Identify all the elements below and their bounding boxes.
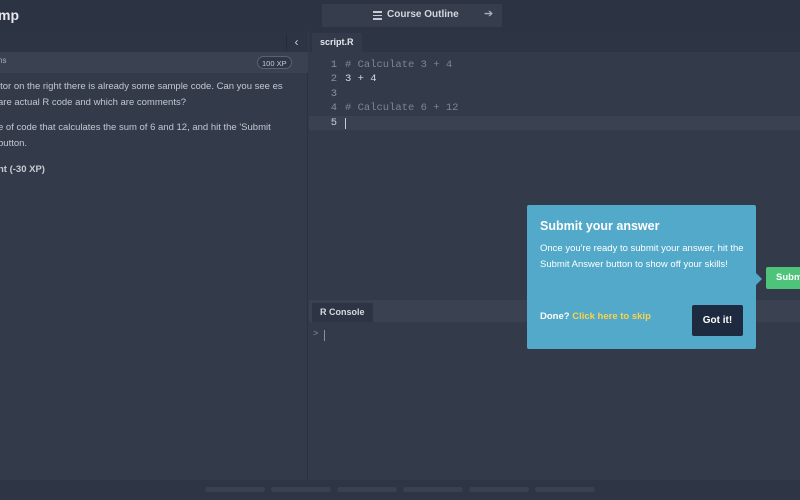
code-line[interactable]: 2 3 + 4 [309,72,800,86]
code-area[interactable]: 1 # Calculate 3 + 4 2 3 + 4 3 4 # Calcul… [309,58,800,130]
popover-body: Once you're ready to submit your answer,… [540,243,744,270]
instruction-paragraph: itor on the right there is already some … [0,81,283,108]
text-cursor [345,117,346,129]
top-bar: mp Course Outline ➔ [0,0,800,31]
chevron-left-icon[interactable]: ‹ [286,34,306,50]
submit-answer-button[interactable]: Subm [766,267,800,289]
instructions-header: ‹ [0,31,308,52]
instruction-paragraph: e of code that calculates the sum of 6 a… [0,122,271,149]
code-line[interactable]: 3 [309,87,800,101]
progress-segment [469,487,529,492]
progress-segment [337,487,397,492]
popover-title: Submit your answer [540,219,660,233]
take-hint-link[interactable]: nt (-30 XP) [0,164,45,175]
console-cursor[interactable] [324,330,325,341]
got-it-button[interactable]: Got it! [692,305,743,336]
progress-segment [271,487,331,492]
tab-r-console[interactable]: R Console [312,303,373,322]
progress-segment [403,487,463,492]
submit-answer-popover: Submit your answer Once you're ready to … [527,205,762,349]
hamburger-icon [373,11,382,20]
line-number: 1 [330,59,337,71]
course-outline-button[interactable]: Course Outline ➔ [322,4,502,27]
popover-arrow [756,273,762,285]
xp-badge: 100 XP [257,56,292,69]
line-number: 2 [330,73,337,86]
instructions-subheader: ns 100 XP [0,52,308,73]
bottom-bar [0,480,800,500]
line-number: 4 [330,102,337,115]
tab-script-r[interactable]: script.R [312,33,362,52]
brand-logo-text[interactable]: mp [0,7,19,23]
done-label: Done? [540,311,573,322]
editor-tab-bar: script.R [309,31,800,52]
arrow-right-icon[interactable]: ➔ [484,7,493,20]
code-line-active[interactable]: 5 [309,115,800,130]
code-line[interactable]: 1 # Calculate 3 + 4 [309,58,800,72]
code-line-text: # Calculate 6 + 12 [345,102,459,115]
progress-segment [535,487,595,492]
course-outline-label: Course Outline [387,9,459,20]
line-number: 5 [330,116,337,129]
instructions-pane: ‹ ns 100 XP itor on the right there is a… [0,31,308,500]
code-line-text: 3 + 4 [345,73,377,86]
progress-segment [205,487,265,492]
code-line-text: # Calculate 3 + 4 [345,59,453,71]
popover-done-row: Done? Click here to skip [540,311,651,322]
line-number: 3 [330,87,337,100]
console-prompt: > [313,329,319,339]
skip-link[interactable]: Click here to skip [572,311,651,322]
code-line[interactable]: 4 # Calculate 6 + 12 [309,101,800,115]
instructions-tab-label[interactable]: ns [0,56,6,65]
instructions-text: itor on the right there is already some … [0,79,296,161]
